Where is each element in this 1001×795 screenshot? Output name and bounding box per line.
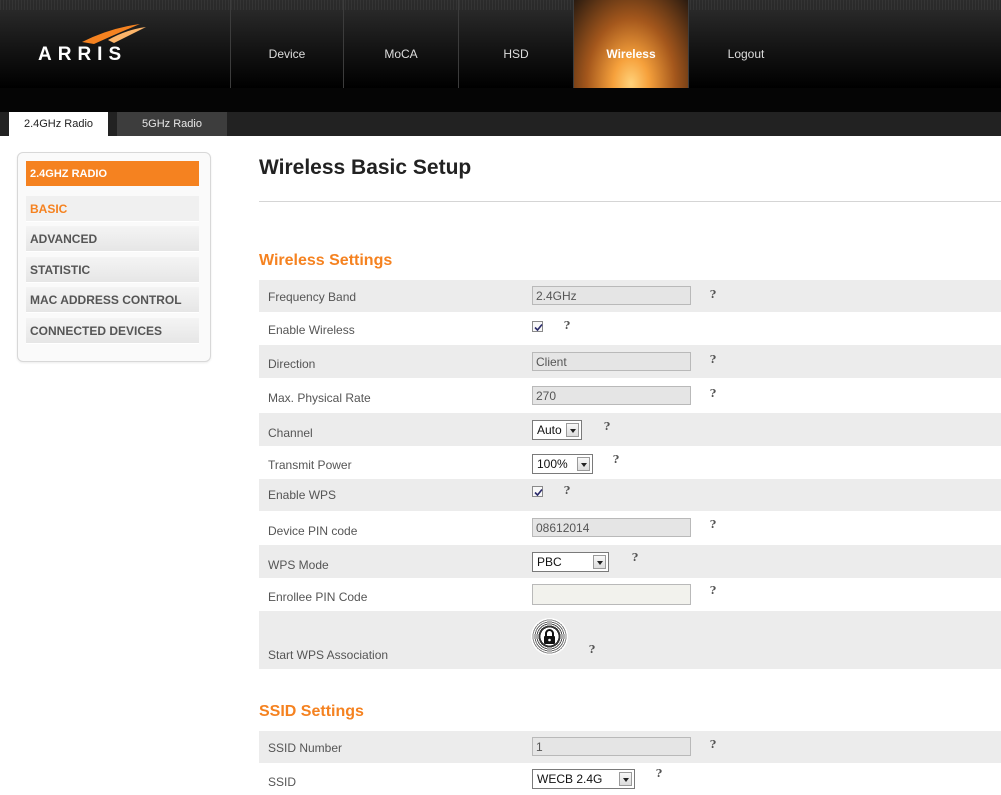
enable-wireless-label: Enable Wireless [268,323,355,337]
ssid-settings-heading: SSID Settings [259,703,364,720]
chevron-down-icon [619,772,632,786]
sidebar-item-advanced[interactable]: ADVANCED [26,226,199,252]
arris-logo: ARRIS [30,22,160,72]
top-navigation-bar: ARRIS Device MoCA HSD Wireless Logout [0,0,1001,88]
nav-hsd[interactable]: HSD [458,0,573,88]
sidebar-header: 2.4GHZ RADIO [26,161,199,186]
question-mark-icon[interactable]: ? [560,319,574,333]
frequency-band-field: 2.4GHz [532,286,691,305]
transmit-power-select[interactable]: 100% [532,454,593,474]
question-mark-icon[interactable]: ? [600,420,614,434]
enable-wps-label: Enable WPS [268,488,337,502]
brand-name: ARRIS [38,44,128,65]
row-ssid: SSID WECB 2.4G ? [259,763,1001,795]
row-start-wps-association: Start WPS Association ? [259,611,1001,669]
row-ssid-number: SSID Number 1 ? [259,731,1001,763]
tab-2-4ghz-radio[interactable]: 2.4GHz Radio [9,112,108,136]
direction-field: Client [532,352,691,371]
tab-5ghz-radio[interactable]: 5GHz Radio [117,112,227,136]
question-mark-icon[interactable]: ? [706,518,720,532]
chevron-down-icon [577,457,590,471]
channel-select-value: Auto [537,423,562,437]
row-frequency-band: Frequency Band 2.4GHz ? [259,280,1001,312]
wps-mode-select-value: PBC [537,555,562,569]
row-transmit-power: Transmit Power 100% ? [259,446,1001,479]
sidebar-item-connected-devices[interactable]: CONNECTED DEVICES [26,318,199,344]
question-mark-icon[interactable]: ? [628,551,642,565]
radio-tabs: 2.4GHz Radio 5GHz Radio [0,112,1001,136]
question-mark-icon[interactable]: ? [609,453,623,467]
main-nav: Device MoCA HSD Wireless Logout [230,0,803,88]
channel-label: Channel [268,426,313,440]
checkmark-icon [534,323,543,332]
chevron-down-icon [566,423,579,437]
wireless-settings-heading: Wireless Settings [259,252,393,269]
direction-label: Direction [268,357,316,371]
lock-icon [544,629,555,644]
max-rate-field: 270 [532,386,691,405]
row-wps-mode: WPS Mode PBC ? [259,545,1001,578]
nav-device[interactable]: Device [230,0,343,88]
question-mark-icon[interactable]: ? [706,387,720,401]
enrollee-pin-label: Enrollee PIN Code [268,590,368,604]
frequency-band-label: Frequency Band [268,290,357,304]
ssid-number-label: SSID Number [268,741,343,755]
header-subband [0,88,1001,112]
nav-moca[interactable]: MoCA [343,0,458,88]
page-title: Wireless Basic Setup [259,156,472,179]
ssid-number-field: 1 [532,737,691,756]
row-enable-wps: Enable WPS ? [259,479,1001,511]
question-mark-icon[interactable]: ? [706,584,720,598]
enrollee-pin-input[interactable] [532,584,691,605]
enable-wps-checkbox[interactable] [532,486,543,497]
sidebar-item-mac-address-control[interactable]: MAC ADDRESS CONTROL [26,287,199,313]
wps-mode-select[interactable]: PBC [532,552,609,572]
start-wps-label: Start WPS Association [268,648,389,662]
title-divider [259,201,1001,202]
transmit-power-select-value: 100% [537,457,568,471]
row-enrollee-pin-code: Enrollee PIN Code ? [259,578,1001,611]
wps-start-button[interactable] [531,618,568,655]
transmit-power-label: Transmit Power [268,458,352,472]
row-max-physical-rate: Max. Physical Rate 270 ? [259,379,1001,412]
chevron-down-icon [593,555,606,569]
nav-logout[interactable]: Logout [688,0,803,88]
wps-mode-label: WPS Mode [268,558,329,572]
device-pin-label: Device PIN code [268,524,358,538]
question-mark-icon[interactable]: ? [706,288,720,302]
sidebar: 2.4GHZ RADIO BASIC ADVANCED STATISTIC MA… [17,152,211,362]
question-mark-icon[interactable]: ? [652,767,666,781]
channel-select[interactable]: Auto [532,420,582,440]
ssid-select[interactable]: WECB 2.4G [532,769,635,789]
sidebar-item-statistic[interactable]: STATISTIC [26,257,199,283]
sidebar-item-basic[interactable]: BASIC [26,196,199,222]
enable-wireless-checkbox[interactable] [532,321,543,332]
ssid-select-value: WECB 2.4G [537,772,603,786]
checkmark-icon [534,488,543,497]
row-direction: Direction Client ? [259,345,1001,378]
question-mark-icon[interactable]: ? [706,353,720,367]
device-pin-field: 08612014 [532,518,691,537]
question-mark-icon[interactable]: ? [560,484,574,498]
max-rate-label: Max. Physical Rate [268,391,371,405]
question-mark-icon[interactable]: ? [706,738,720,752]
row-channel: Channel Auto ? [259,413,1001,446]
question-mark-icon[interactable]: ? [585,643,599,657]
row-enable-wireless: Enable Wireless ? [259,312,1001,344]
ssid-label: SSID [268,775,297,789]
row-device-pin-code: Device PIN code 08612014 ? [259,511,1001,544]
nav-wireless[interactable]: Wireless [573,0,688,88]
